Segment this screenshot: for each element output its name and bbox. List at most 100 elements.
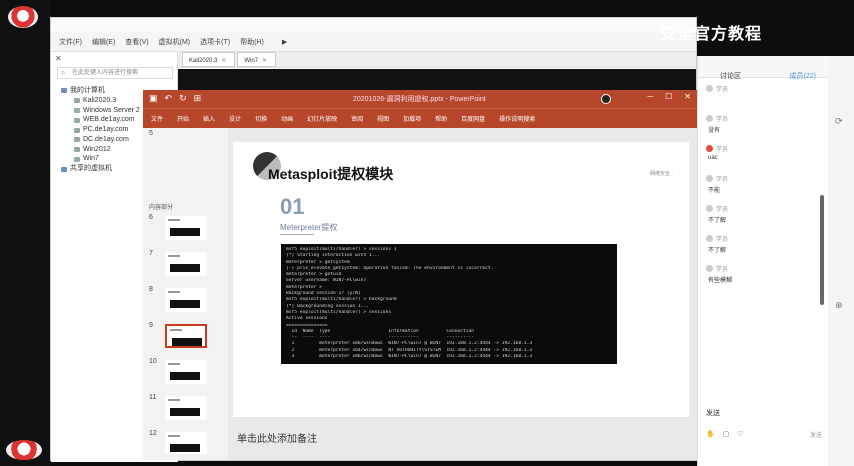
slide-thumb[interactable] (165, 252, 207, 276)
ribbon-tab[interactable]: 幻灯片放映 (307, 114, 337, 123)
tree-item-label: 我的计算机 (70, 86, 105, 94)
tree-item[interactable]: PC.de1ay.com (61, 125, 140, 135)
window-controls: ─ ☐ ✕ (647, 92, 691, 101)
message-text: 没有 (708, 128, 721, 134)
tree-item[interactable]: Windows Server 2 (61, 106, 140, 116)
add-icon[interactable]: ⊕ (835, 300, 843, 311)
tree-item[interactable]: 共享的虚拟机 (61, 164, 140, 174)
close-icon[interactable]: ✕ (55, 54, 62, 63)
menu-tabs[interactable]: 选项卡(T) (200, 37, 230, 47)
close-icon[interactable]: ✕ (221, 57, 226, 64)
ribbon-tab[interactable]: 动画 (281, 114, 293, 123)
tab-kali[interactable]: Kali2020.3 ✕ (182, 52, 236, 67)
chat-message: 学员 没有 (706, 114, 822, 134)
slide-thumb[interactable] (165, 396, 207, 420)
menu-vm[interactable]: 虚拟机(M) (159, 37, 191, 47)
ribbon-tab[interactable]: 审阅 (351, 114, 363, 123)
chat-message: 学员 有些模糊 (706, 264, 822, 284)
tree-item[interactable]: DC.de1ay.com (61, 135, 140, 145)
menu-help[interactable]: 帮助(H) (240, 37, 264, 47)
message-sender: 学员 (706, 264, 822, 273)
folder-icon (61, 166, 67, 172)
ribbon-tab[interactable]: 设计 (229, 114, 241, 123)
terminal-line: 3 meterpreter x86/windows WIN7-PC\win7 @… (286, 354, 533, 360)
chat-message: 学员 (706, 84, 822, 95)
sender-name: 学员 (716, 267, 729, 273)
image-icon[interactable]: ▢ (723, 430, 730, 438)
thumb-num: 6 (149, 214, 153, 221)
slide-thumb-selected[interactable] (165, 324, 207, 348)
slide-thumb[interactable] (165, 360, 207, 384)
refresh-icon[interactable]: ⟳ (835, 116, 843, 127)
sender-name: 学员 (716, 237, 729, 243)
tree-item-label: Kali2020.3 (83, 96, 117, 104)
avatar (706, 265, 713, 272)
avatar[interactable] (601, 94, 611, 104)
menu-edit[interactable]: 编辑(E) (92, 37, 115, 47)
tab-win7[interactable]: Win7 ✕ (237, 52, 277, 67)
chat-scrollbar[interactable] (820, 195, 824, 305)
folder-icon (61, 88, 67, 94)
vm-icon (74, 98, 80, 104)
current-slide[interactable]: Metasploit提权模块 网络安全 · 01 Meterpreter提权 m… (233, 142, 689, 417)
avatar (706, 115, 713, 122)
tab-discussion[interactable]: 讨论区 (720, 71, 741, 81)
tree-item[interactable]: Win7 (61, 155, 140, 165)
heart-icon[interactable]: ♡ (737, 430, 743, 438)
sender-name: 学员 (716, 87, 729, 93)
message-text: uac (708, 155, 718, 161)
ribbon-tab[interactable]: 加载项 (403, 114, 421, 123)
tab-members[interactable]: 成员(22) (790, 71, 816, 81)
message-sender: 学员 (706, 204, 822, 213)
message-text: 不了解 (708, 218, 727, 224)
play-icon[interactable]: ▶ (282, 38, 287, 46)
tree-item[interactable]: Win2012 (61, 145, 140, 155)
ribbon-tab[interactable]: 切换 (255, 114, 267, 123)
maximize-icon[interactable]: ☐ (665, 92, 672, 101)
ribbon-tab[interactable]: 百度网盘 (461, 114, 485, 123)
undo-icon[interactable]: ↶ (165, 93, 173, 104)
ribbon-tab[interactable]: 插入 (203, 114, 215, 123)
library-search-input[interactable]: 在此处键入内容进行搜索 (57, 67, 173, 79)
minimize-icon[interactable]: ─ (647, 92, 653, 101)
slide-thumb[interactable] (165, 288, 207, 312)
ribbon-tab[interactable]: 操作说明搜索 (499, 114, 535, 123)
start-icon[interactable]: ⊞ (194, 93, 202, 104)
ribbon-tab[interactable]: 帮助 (435, 114, 447, 123)
app-icon[interactable] (8, 6, 38, 28)
tree-item[interactable]: Kali2020.3 (61, 96, 140, 106)
message-sender: 学员 (706, 144, 822, 153)
redo-icon[interactable]: ↻ (179, 93, 187, 104)
ribbon-tab[interactable]: 开始 (177, 114, 189, 123)
slide-thumb[interactable] (165, 432, 207, 454)
sender-name: 学员 (716, 177, 729, 183)
ribbon-tab[interactable]: 文件 (151, 114, 163, 123)
vm-icon (74, 147, 80, 153)
terminal-screenshot: msf5 exploit(multi/handler) > sessions 1… (281, 244, 617, 364)
notes-placeholder[interactable]: 单击此处添加备注 (237, 430, 317, 445)
message-sender: 学员 (706, 234, 822, 243)
close-icon[interactable]: ✕ (262, 57, 267, 64)
send-button[interactable]: 发送 (810, 430, 822, 439)
thumb-num: 10 (149, 358, 157, 365)
menu-view[interactable]: 查看(V) (125, 37, 148, 47)
sender-name: 学员 (716, 207, 729, 213)
thumb-num: 9 (149, 322, 153, 329)
app-icon[interactable] (6, 440, 42, 460)
tree-item[interactable]: 我的计算机 (61, 86, 140, 96)
chat-toolbar: ✋ ▢ ♡ (706, 430, 744, 438)
tree-item-label: Win7 (83, 155, 99, 163)
menu-file[interactable]: 文件(F) (59, 37, 82, 47)
hand-icon[interactable]: ✋ (706, 430, 715, 438)
discussion-panel: 讨论区 成员(22) 学员 学员 没有 学员 uac 学员 不能 学员 不了解 学员 不了解 学员 有些… (697, 56, 828, 466)
chat-input[interactable]: 发送 (706, 408, 720, 418)
tree-item[interactable]: WEB.de1ay.com (61, 115, 140, 125)
vm-icon (74, 107, 80, 113)
ribbon-tab[interactable]: 视图 (377, 114, 389, 123)
slide-thumb[interactable] (165, 216, 207, 240)
close-icon[interactable]: ✕ (684, 92, 691, 101)
document-title: 20201026-漏洞利用提权.pptx - PowerPoint (353, 96, 486, 103)
divider (280, 234, 314, 235)
save-icon[interactable]: ▣ (149, 93, 158, 104)
ppt-titlebar: ▣ ↶ ↻ ⊞ 20201026-漏洞利用提权.pptx - PowerPoin… (143, 90, 697, 108)
